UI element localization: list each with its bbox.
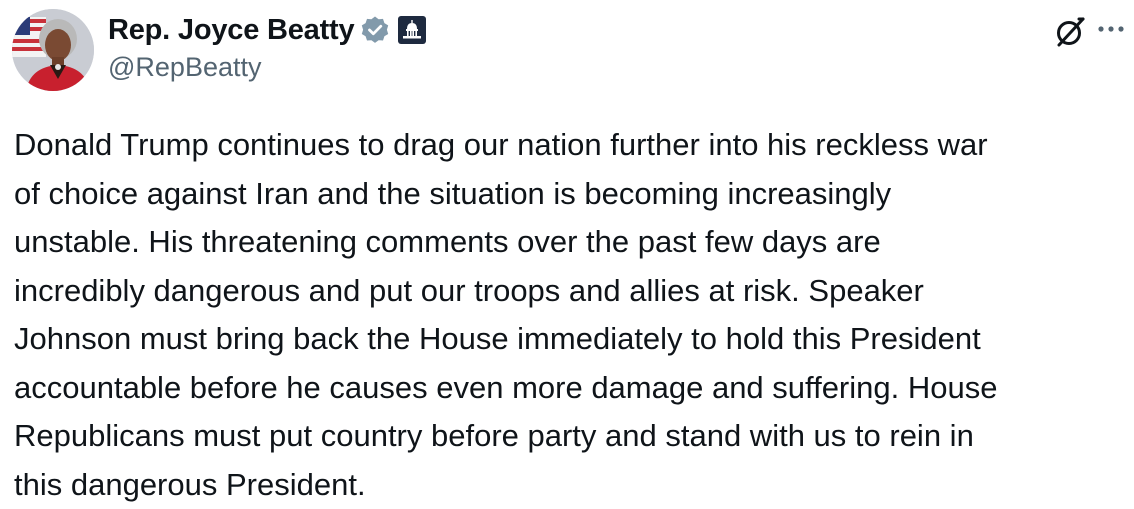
grok-icon[interactable] (1052, 14, 1088, 50)
more-options-icon[interactable] (1096, 22, 1126, 36)
handle[interactable]: @RepBeatty (108, 52, 261, 83)
post-text: Donald Trump continues to drag our natio… (14, 127, 998, 502)
avatar-image (12, 9, 94, 91)
capitol-building-icon[interactable] (398, 16, 427, 44)
tweet: Rep. Joyce Beatty @RepBeatty Donald Trum… (0, 0, 1134, 508)
verified-check-icon[interactable] (360, 15, 390, 45)
avatar[interactable] (12, 9, 94, 91)
author-row: Rep. Joyce Beatty (108, 10, 427, 50)
display-name[interactable]: Rep. Joyce Beatty (108, 14, 355, 47)
